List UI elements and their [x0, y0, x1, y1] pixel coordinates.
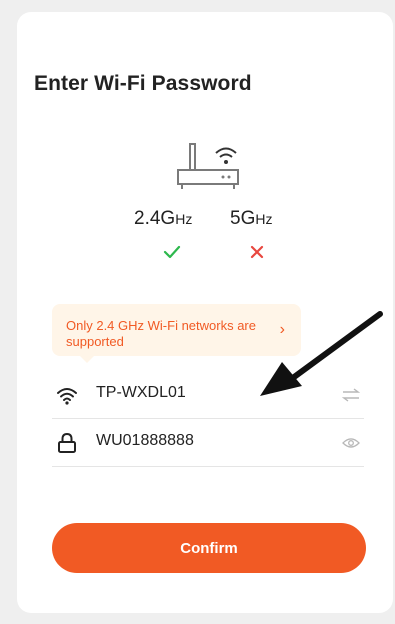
- lock-icon: [58, 432, 76, 453]
- notice-pointer: [80, 356, 94, 363]
- page: Enter Wi-Fi Password 2.4GHz 5GHz Only 2.…: [0, 0, 395, 624]
- band-2-4ghz-label: 2.4GHz: [134, 208, 192, 230]
- band-support-indicator: 2.4GHz 5GHz: [130, 208, 290, 268]
- eye-icon[interactable]: [342, 436, 360, 450]
- cross-icon: [250, 245, 264, 259]
- check-icon: [163, 245, 181, 259]
- wifi-network-name: TP-WXDL01: [96, 384, 186, 401]
- wifi-password-value[interactable]: WU01888888: [96, 432, 194, 450]
- notice-text: Only 2.4 GHz Wi-Fi networks are supporte…: [66, 318, 256, 349]
- band-2-4ghz-unit: Hz: [175, 211, 193, 227]
- band-2-4ghz-value: 2.4G: [134, 208, 176, 229]
- confirm-button[interactable]: Confirm: [52, 523, 366, 573]
- band-5ghz-label: 5GHz: [230, 208, 272, 230]
- wifi-icon: [57, 388, 77, 405]
- annotation-arrow-icon: [260, 311, 383, 396]
- band-5ghz-value: 5G: [230, 208, 256, 229]
- router-icon: [177, 143, 239, 189]
- wifi-password-field[interactable]: WU01888888: [52, 420, 364, 467]
- band-5ghz-unit: Hz: [255, 211, 273, 227]
- page-title: Enter Wi-Fi Password: [34, 72, 252, 95]
